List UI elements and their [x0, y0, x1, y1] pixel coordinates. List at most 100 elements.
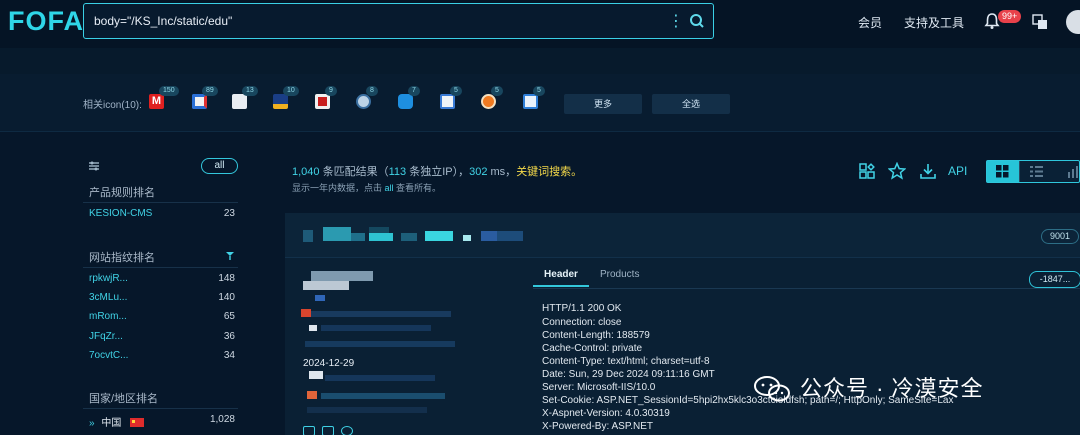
redacted-info — [307, 407, 427, 413]
support-tools-link[interactable]: 支持及工具 — [904, 14, 964, 31]
divider — [83, 408, 238, 409]
icon-count: 10 — [283, 86, 299, 96]
redacted-info — [305, 341, 455, 347]
related-icon-1[interactable]: M 150 — [146, 86, 186, 122]
fingerprint-name[interactable]: mRom... — [89, 311, 127, 322]
fingerprint-row[interactable]: rpkwjR... 148 — [89, 273, 235, 284]
redacted-host — [401, 233, 417, 241]
header-line: Server: Microsoft-IIS/10.0 — [542, 382, 656, 393]
more-icons-button[interactable]: 更多 — [564, 94, 642, 114]
calendar-icon[interactable] — [322, 426, 334, 435]
redacted-ip — [301, 309, 311, 317]
related-icon-9[interactable]: 5 — [478, 86, 518, 122]
country-name[interactable]: 中国 — [101, 418, 121, 429]
related-icon-5[interactable]: 9 — [312, 86, 352, 122]
keyword-search-link[interactable]: 关键词搜索。 — [516, 166, 582, 178]
fingerprint-row[interactable]: JFqZr... 36 — [89, 331, 235, 342]
fofa-logo[interactable]: FOFA — [8, 6, 84, 37]
redacted-host — [303, 230, 313, 242]
top-bar: FOFA body="/KS_Inc/static/edu" ⋮ 会员 支持及工… — [0, 0, 1080, 48]
tab-divider — [533, 288, 1080, 289]
star-icon[interactable] — [888, 162, 906, 180]
redacted-ip — [311, 311, 451, 317]
grid-view-icon — [996, 165, 1009, 178]
api-link[interactable]: API — [948, 164, 967, 178]
blank-page-icon — [232, 94, 247, 109]
redacted-host — [323, 227, 351, 241]
e-logo-icon — [440, 94, 455, 109]
related-icon-7[interactable]: 7 — [395, 86, 435, 122]
icon-count: 5 — [533, 86, 545, 96]
all-toggle[interactable]: all — [201, 158, 238, 174]
chart-view-icon[interactable] — [1067, 166, 1079, 178]
translate-icon[interactable] — [1032, 14, 1048, 30]
fingerprint-name[interactable]: JFqZr... — [89, 331, 123, 342]
related-icon-6[interactable]: 8 — [353, 86, 393, 122]
result-summary: 1,040 条匹配结果（113 条独立IP），302 ms，关键词搜索。 — [292, 163, 582, 179]
icon-hash-badge[interactable]: -1847... — [1029, 271, 1080, 288]
expand-chevron-icon[interactable]: » — [89, 418, 95, 429]
redacted-host — [481, 231, 497, 241]
filter-settings-icon[interactable] — [88, 160, 100, 172]
redacted-title — [303, 281, 349, 290]
country-count: 1,028 — [209, 414, 235, 425]
tab-products[interactable]: Products — [600, 269, 639, 280]
related-icons-label: 相关icon(10): — [83, 100, 142, 111]
fingerprint-name[interactable]: rpkwjR... — [89, 273, 128, 284]
tab-header[interactable]: Header — [533, 269, 589, 287]
divider — [83, 202, 238, 203]
fingerprint-count: 34 — [223, 350, 235, 361]
fingerprint-count: 148 — [218, 273, 235, 284]
cert-icon[interactable] — [303, 426, 315, 435]
header-line: Cache-Control: private — [542, 343, 643, 354]
related-icon-8[interactable]: 5 — [437, 86, 477, 122]
related-icons-bar: 相关icon(10): M 150 89 13 10 9 8 7 5 5 5 更… — [0, 74, 1080, 132]
sort-icon[interactable] — [225, 251, 235, 261]
search-box[interactable]: body="/KS_Inc/static/edu" ⋮ — [83, 3, 714, 39]
redacted-info — [309, 371, 323, 379]
fingerprint-count: 65 — [223, 311, 235, 322]
country-ranking-title: 国家/地区排名 — [89, 393, 159, 405]
port-badge[interactable]: 9001 — [1041, 229, 1079, 244]
red-logo-icon — [315, 94, 330, 109]
list-view-button[interactable] — [1019, 161, 1051, 182]
list-view-icon — [1030, 166, 1043, 177]
notification-badge: 99+ — [998, 10, 1022, 23]
search-icon[interactable] — [689, 13, 705, 29]
member-link[interactable]: 会员 — [858, 14, 882, 31]
download-icon[interactable] — [919, 162, 937, 180]
fingerprint-row[interactable]: 3cMLu... 140 — [89, 292, 235, 303]
icon-count: 5 — [491, 86, 503, 96]
product-name[interactable]: KESION-CMS — [89, 208, 152, 219]
country-row[interactable]: » 中国 1,028 — [89, 414, 235, 429]
refresh-icon[interactable] — [341, 426, 353, 435]
fofa-page: FOFA body="/KS_Inc/static/edu" ⋮ 会员 支持及工… — [0, 0, 1080, 435]
show-all-link[interactable]: all — [385, 183, 394, 193]
related-icon-10[interactable]: 5 — [520, 86, 560, 122]
related-icon-3[interactable]: 13 — [229, 86, 269, 122]
more-options-icon[interactable]: ⋮ — [668, 11, 684, 31]
top-band — [0, 48, 1080, 74]
summary-text: ms， — [487, 166, 517, 178]
fingerprint-name[interactable]: 7ocvtC... — [89, 350, 128, 361]
redacted-host — [351, 233, 365, 241]
fingerprint-row[interactable]: mRom... 65 — [89, 311, 235, 322]
product-ranking-title: 产品规则排名 — [89, 187, 155, 199]
redacted-host — [463, 235, 471, 241]
related-icon-4[interactable]: 10 — [270, 86, 310, 122]
user-avatar[interactable] — [1066, 10, 1080, 34]
summary-text: 条独立IP）， — [406, 166, 470, 178]
grid-settings-icon[interactable] — [858, 162, 876, 180]
redacted-info — [321, 325, 431, 331]
header-line: Connection: close — [542, 317, 622, 328]
fingerprint-row[interactable]: 7ocvtC... 34 — [89, 350, 235, 361]
fingerprint-ranking-title: 网站指纹排名 — [89, 252, 155, 264]
select-all-button[interactable]: 全选 — [652, 94, 730, 114]
fingerprint-count: 140 — [218, 292, 235, 303]
search-input[interactable]: body="/KS_Inc/static/edu" — [94, 14, 232, 28]
grid-view-button[interactable] — [987, 161, 1019, 182]
fingerprint-name[interactable]: 3cMLu... — [89, 292, 127, 303]
related-icon-2[interactable]: 89 — [189, 86, 229, 122]
product-row[interactable]: KESION-CMS 23 — [89, 208, 235, 219]
icon-count: 7 — [408, 86, 420, 96]
